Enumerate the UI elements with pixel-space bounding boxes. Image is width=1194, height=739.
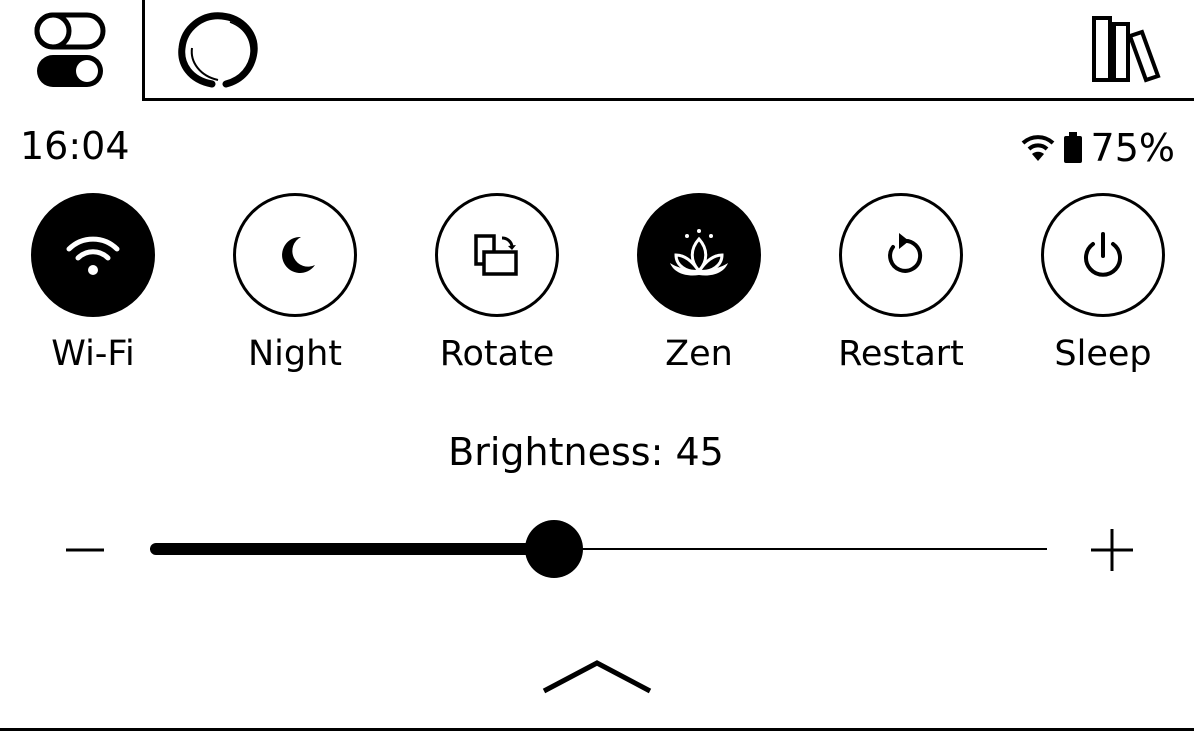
tab-underline bbox=[142, 98, 1194, 101]
toggle-rotate[interactable]: Rotate bbox=[427, 193, 567, 374]
wifi-icon bbox=[1021, 135, 1054, 161]
quick-toggles: Wi-Fi Night Rotate Zen Restart Sleep bbox=[0, 193, 1194, 383]
brightness-label: Brightness: 45 bbox=[448, 430, 724, 474]
toggle-label: Sleep bbox=[1054, 334, 1152, 374]
toggle-sleep[interactable]: Sleep bbox=[1033, 193, 1173, 374]
slider-fill bbox=[150, 543, 554, 555]
plus-icon bbox=[1091, 529, 1133, 571]
books-library-icon bbox=[1092, 16, 1161, 83]
sleep-button[interactable] bbox=[1041, 193, 1165, 317]
clock: 16:04 bbox=[20, 124, 130, 168]
toggle-label: Rotate bbox=[439, 334, 555, 374]
toggle-label: Wi-Fi bbox=[51, 334, 135, 374]
brightness-slider[interactable] bbox=[58, 518, 1143, 580]
slider-thumb[interactable] bbox=[524, 520, 583, 578]
collapse-button[interactable] bbox=[540, 655, 654, 697]
status-indicators: 75% bbox=[1021, 126, 1175, 170]
restart-icon bbox=[888, 233, 923, 273]
tab-divider bbox=[142, 0, 145, 100]
power-icon bbox=[1084, 232, 1122, 277]
toggle-restart[interactable]: Restart bbox=[831, 193, 971, 374]
night-toggle-button[interactable] bbox=[233, 193, 357, 317]
brightness-increase-button[interactable] bbox=[1089, 527, 1135, 573]
toggle-wifi[interactable]: Wi-Fi bbox=[23, 193, 163, 374]
tab-quick-settings[interactable] bbox=[0, 0, 143, 102]
chevron-up-icon bbox=[542, 660, 652, 694]
toggle-zen[interactable]: Zen bbox=[629, 193, 769, 374]
rotate-toggle-button[interactable] bbox=[435, 193, 559, 317]
brightness-decrease-button[interactable] bbox=[62, 527, 108, 573]
toggles-icon bbox=[34, 12, 106, 87]
panel-bottom-border bbox=[0, 728, 1194, 731]
moon-icon bbox=[282, 236, 315, 273]
wifi-toggle-button[interactable] bbox=[31, 193, 155, 317]
library-button[interactable] bbox=[1090, 14, 1162, 84]
minus-icon bbox=[66, 548, 104, 552]
toggle-night[interactable]: Night bbox=[225, 193, 365, 374]
wifi-icon bbox=[66, 236, 120, 275]
battery-icon bbox=[1063, 132, 1082, 163]
zen-toggle-button[interactable] bbox=[637, 193, 761, 317]
toggle-label: Restart bbox=[838, 334, 964, 374]
toggle-label: Zen bbox=[665, 334, 733, 374]
toggle-label: Night bbox=[247, 334, 343, 374]
tab-zen[interactable] bbox=[172, 8, 264, 92]
rotate-icon bbox=[474, 234, 518, 276]
lotus-icon bbox=[670, 229, 728, 276]
battery-percentage: 75% bbox=[1090, 126, 1175, 170]
restart-button[interactable] bbox=[839, 193, 963, 317]
enso-circle-icon bbox=[178, 12, 258, 88]
top-bar bbox=[0, 0, 1194, 102]
